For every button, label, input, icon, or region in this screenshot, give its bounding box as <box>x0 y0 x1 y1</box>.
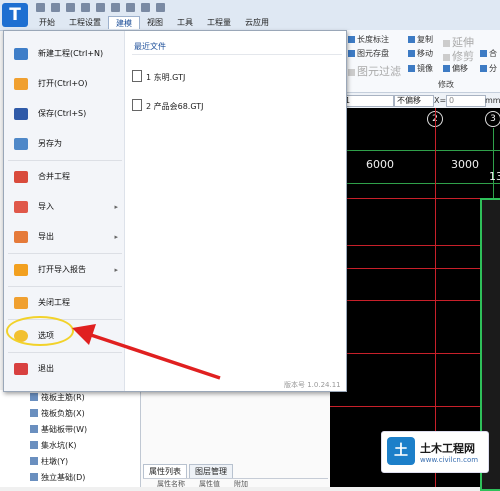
arrow-shaft <box>87 332 221 380</box>
watermark-url: www.civilcn.com <box>420 456 479 464</box>
watermark: 土 土木工程网 www.civilcn.com <box>381 431 489 473</box>
annotation-arrow <box>72 324 221 380</box>
arrow-head <box>72 324 96 345</box>
watermark-title: 土木工程网 <box>420 442 475 455</box>
watermark-logo: 土 <box>387 437 415 465</box>
